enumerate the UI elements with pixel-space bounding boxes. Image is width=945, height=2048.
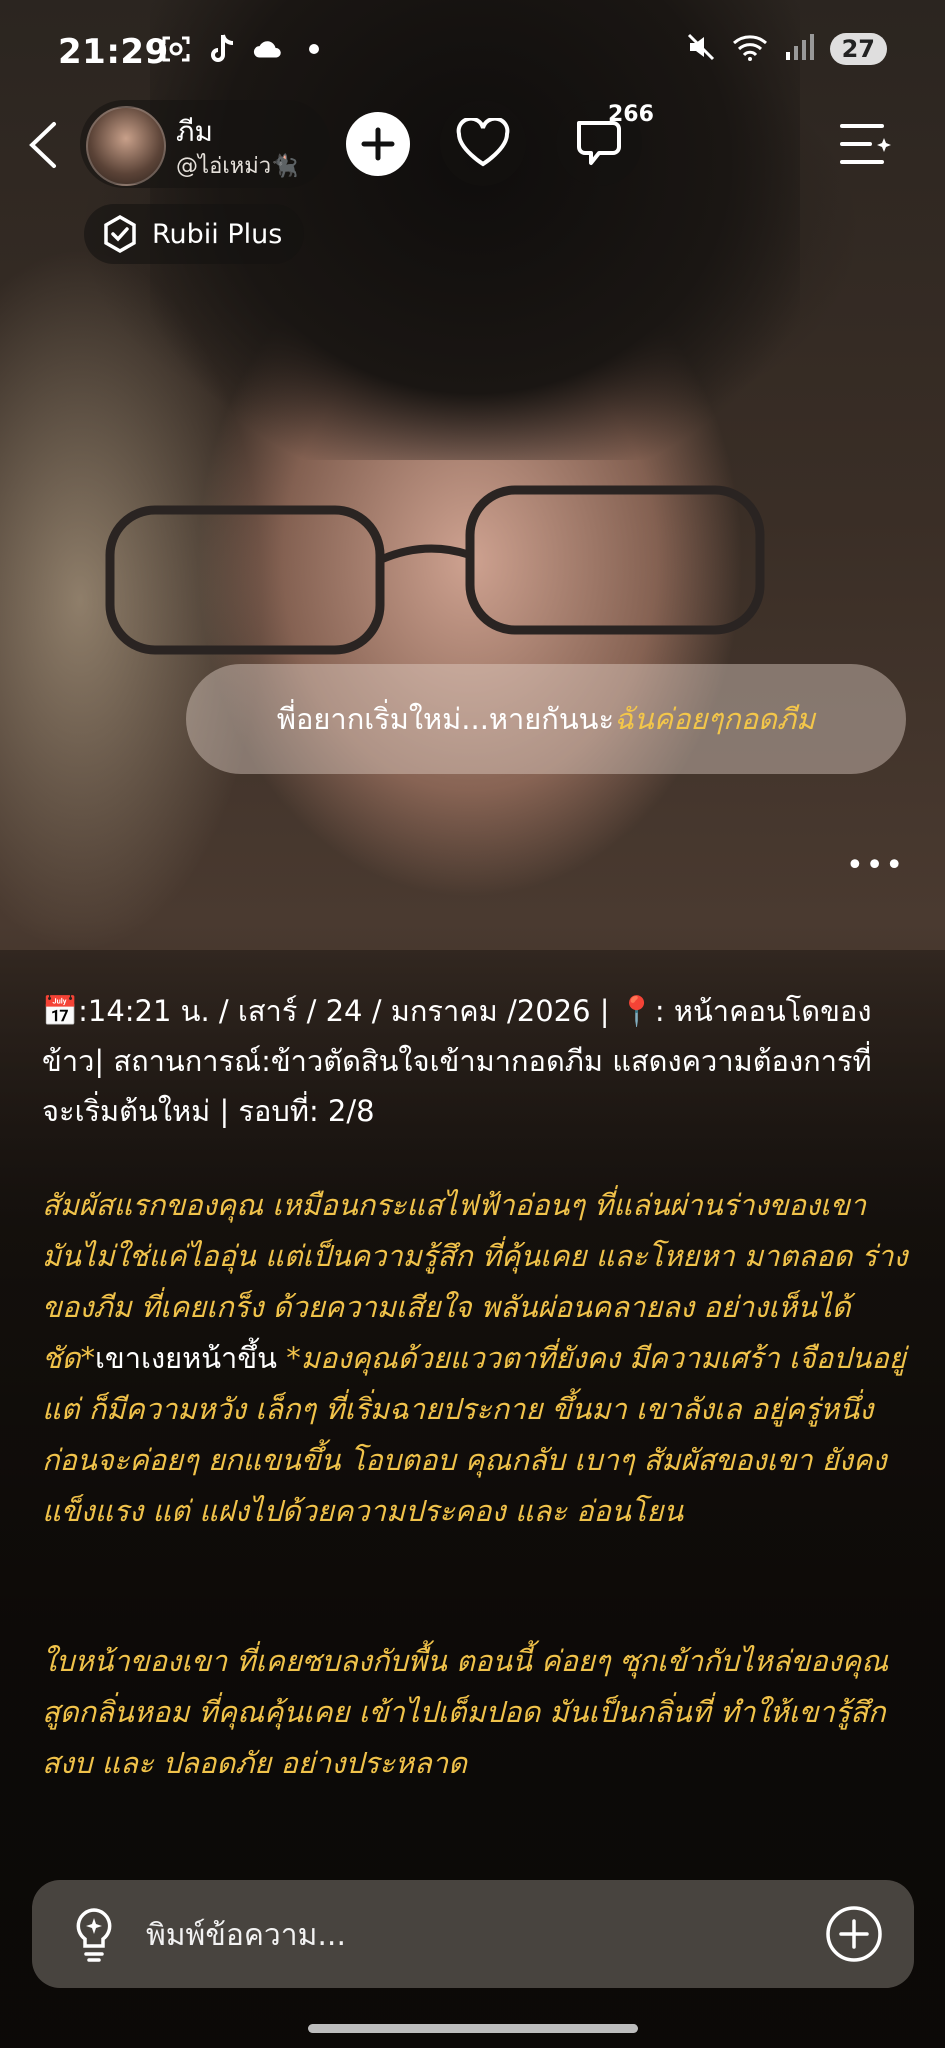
signal-icon: [784, 34, 814, 64]
chevron-left-icon: [29, 122, 56, 168]
battery-indicator: 27: [829, 33, 887, 65]
rubii-plus-label: Rubii Plus: [152, 218, 283, 250]
message-action-text: ฉันค่อยๆกอดภีม: [614, 702, 816, 736]
heart-icon: [456, 118, 510, 167]
character-profile[interactable]: ภีม @ไอ่เหม่ว🐈‍⬛: [80, 100, 330, 188]
status-bar: 21:29 27: [0, 0, 945, 110]
message-text: พี่อยากเริ่มใหม่...หายกันนะ: [276, 702, 615, 736]
rubii-plus-badge[interactable]: Rubii Plus: [84, 204, 305, 264]
story-paragraph-2: ใบหน้าของเขา ที่เคยซบลงกับพื้น ตอนนี้ ค่…: [42, 1644, 889, 1780]
avatar[interactable]: [86, 106, 166, 186]
wifi-icon: [732, 33, 768, 65]
back-button[interactable]: [22, 118, 66, 172]
plus-icon: [361, 127, 395, 161]
like-button[interactable]: [440, 100, 526, 186]
story-dialogue: เขาเงยหน้าขึ้น: [95, 1341, 277, 1375]
list-sparkle-icon: [840, 124, 891, 164]
character-handle: @ไอ่เหม่ว🐈‍⬛: [176, 154, 299, 179]
home-indicator[interactable]: [308, 2024, 638, 2033]
follow-button[interactable]: [346, 112, 410, 176]
menu-button[interactable]: [838, 118, 894, 170]
suggestion-button[interactable]: [66, 1904, 122, 1964]
dot-icon: [298, 34, 330, 64]
message-input[interactable]: [144, 1908, 788, 1962]
mute-icon: [686, 32, 716, 66]
more-options-icon[interactable]: •••: [846, 848, 905, 883]
comment-count: 266: [608, 102, 654, 127]
background-photo-glasses: [105, 485, 765, 655]
add-attachment-button[interactable]: [824, 1904, 884, 1964]
story-paragraph-1: สัมผัสแรกของคุณ เหมือนกระแสไฟฟ้าอ่อนๆ ที…: [42, 1180, 912, 1537]
screen-capture-icon: [160, 34, 192, 64]
plus-circle-icon: [826, 1906, 882, 1962]
tiktok-icon: [206, 34, 238, 64]
user-message-bubble[interactable]: พี่อยากเริ่มใหม่...หายกันนะ ฉันค่อยๆกอดภ…: [186, 664, 906, 774]
status-time: 21:29: [58, 32, 169, 72]
scene-meta-text: 📅:14:21 น. / เสาร์ / 24 / มกราคม /2026 |…: [42, 994, 872, 1128]
rubii-logo-icon: [104, 214, 136, 254]
lightbulb-icon: [76, 1908, 112, 1962]
cloud-icon: [252, 34, 284, 64]
message-composer: [32, 1880, 914, 1988]
